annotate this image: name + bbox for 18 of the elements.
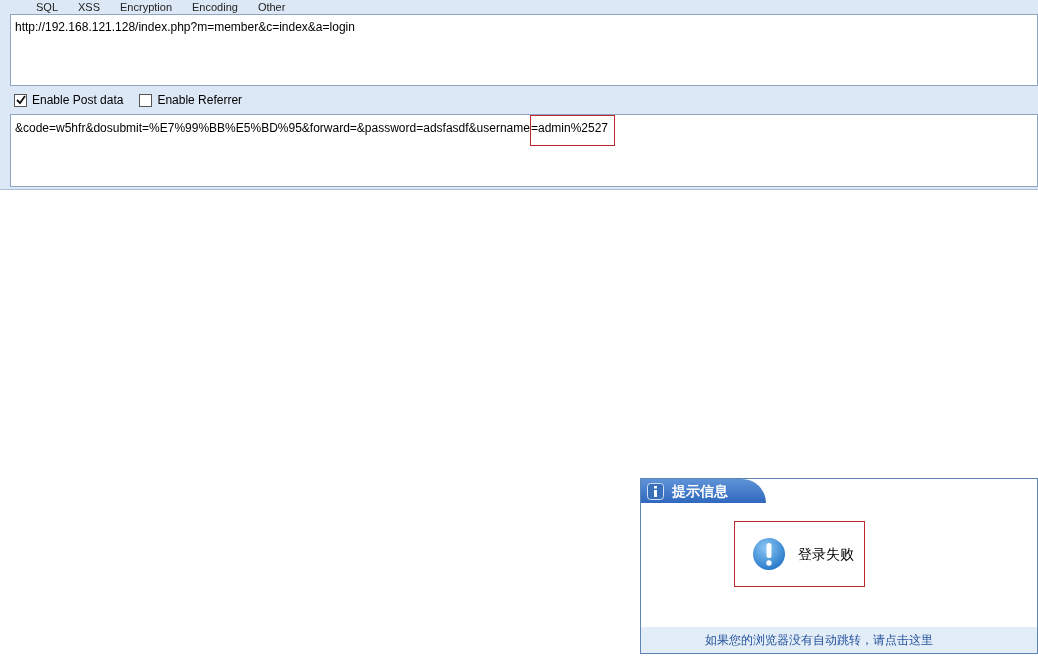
checkbox[interactable] [14, 93, 27, 107]
menu-item[interactable]: Encoding [192, 1, 238, 13]
check-icon [15, 95, 26, 105]
menu-item[interactable]: SQL [36, 1, 58, 13]
checkbox[interactable] [139, 93, 153, 107]
url-field[interactable]: http://192.168.121.128/index.php?m=member&c=index&a=login [10, 14, 1038, 86]
message-text: 登录失败 [797, 544, 854, 564]
post-data-field[interactable]: &code=w5hfr&dosubmit=%E7%99%BB%E5%BD%95&forward=&password=adsfasdf&username=admin%2527 [10, 114, 1038, 187]
menu-item[interactable]: XSS [78, 1, 101, 13]
checkbox-label: Enable Post data [32, 92, 124, 109]
checkbox-label: Enable Referrer [157, 92, 243, 109]
dialog-title: 提示信息 [672, 481, 728, 501]
highlight-box: =admin%2527 [529, 115, 615, 146]
menu-item[interactable]: Other [257, 1, 286, 13]
post-data-text: &code=w5hfr&dosubmit=%E7%99%BB%E5%BD%95&forward=&password=adsfasdf&username [15, 120, 530, 137]
menu-item[interactable]: Encryption [120, 1, 172, 13]
exclamation-icon [751, 537, 786, 571]
info-icon [647, 482, 664, 500]
